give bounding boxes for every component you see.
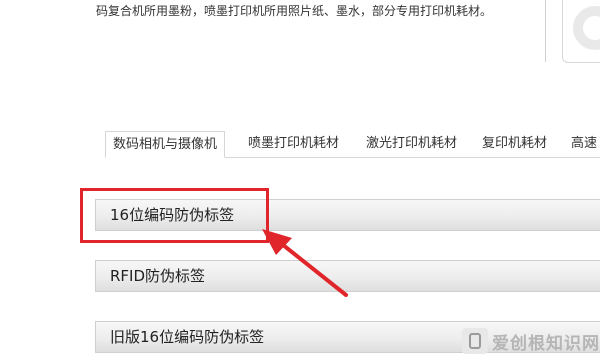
annotation-arrow-icon: [262, 229, 348, 297]
watermark: 爱创根知识网: [462, 326, 600, 356]
watermark-logo-icon: [462, 328, 488, 354]
watermark-text: 爱创根知识网: [492, 333, 600, 354]
